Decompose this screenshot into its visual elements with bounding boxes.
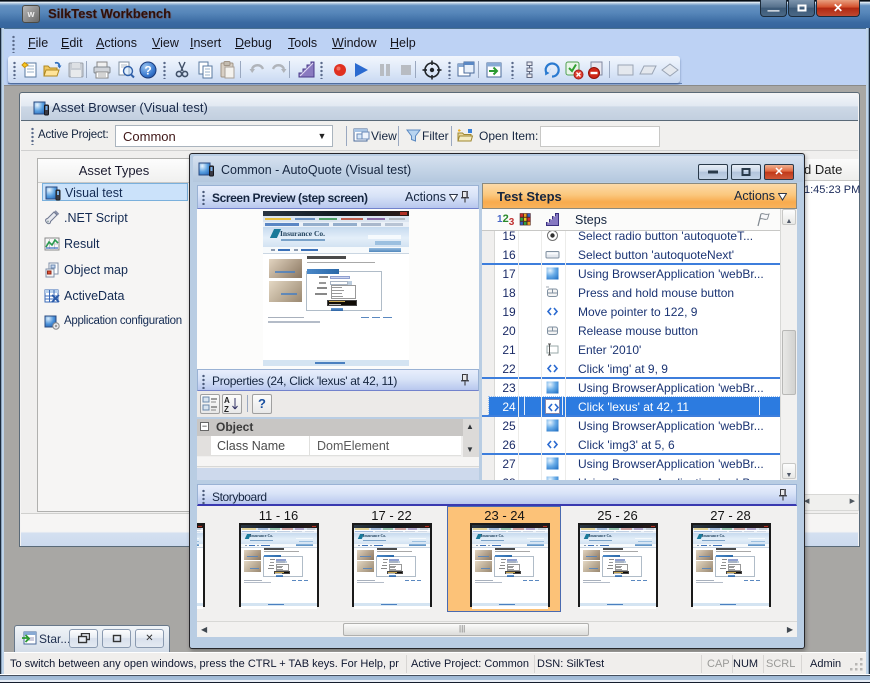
svg-text:A: A <box>224 396 230 405</box>
svg-text:Z: Z <box>224 405 229 413</box>
svg-text:?: ? <box>144 64 151 78</box>
